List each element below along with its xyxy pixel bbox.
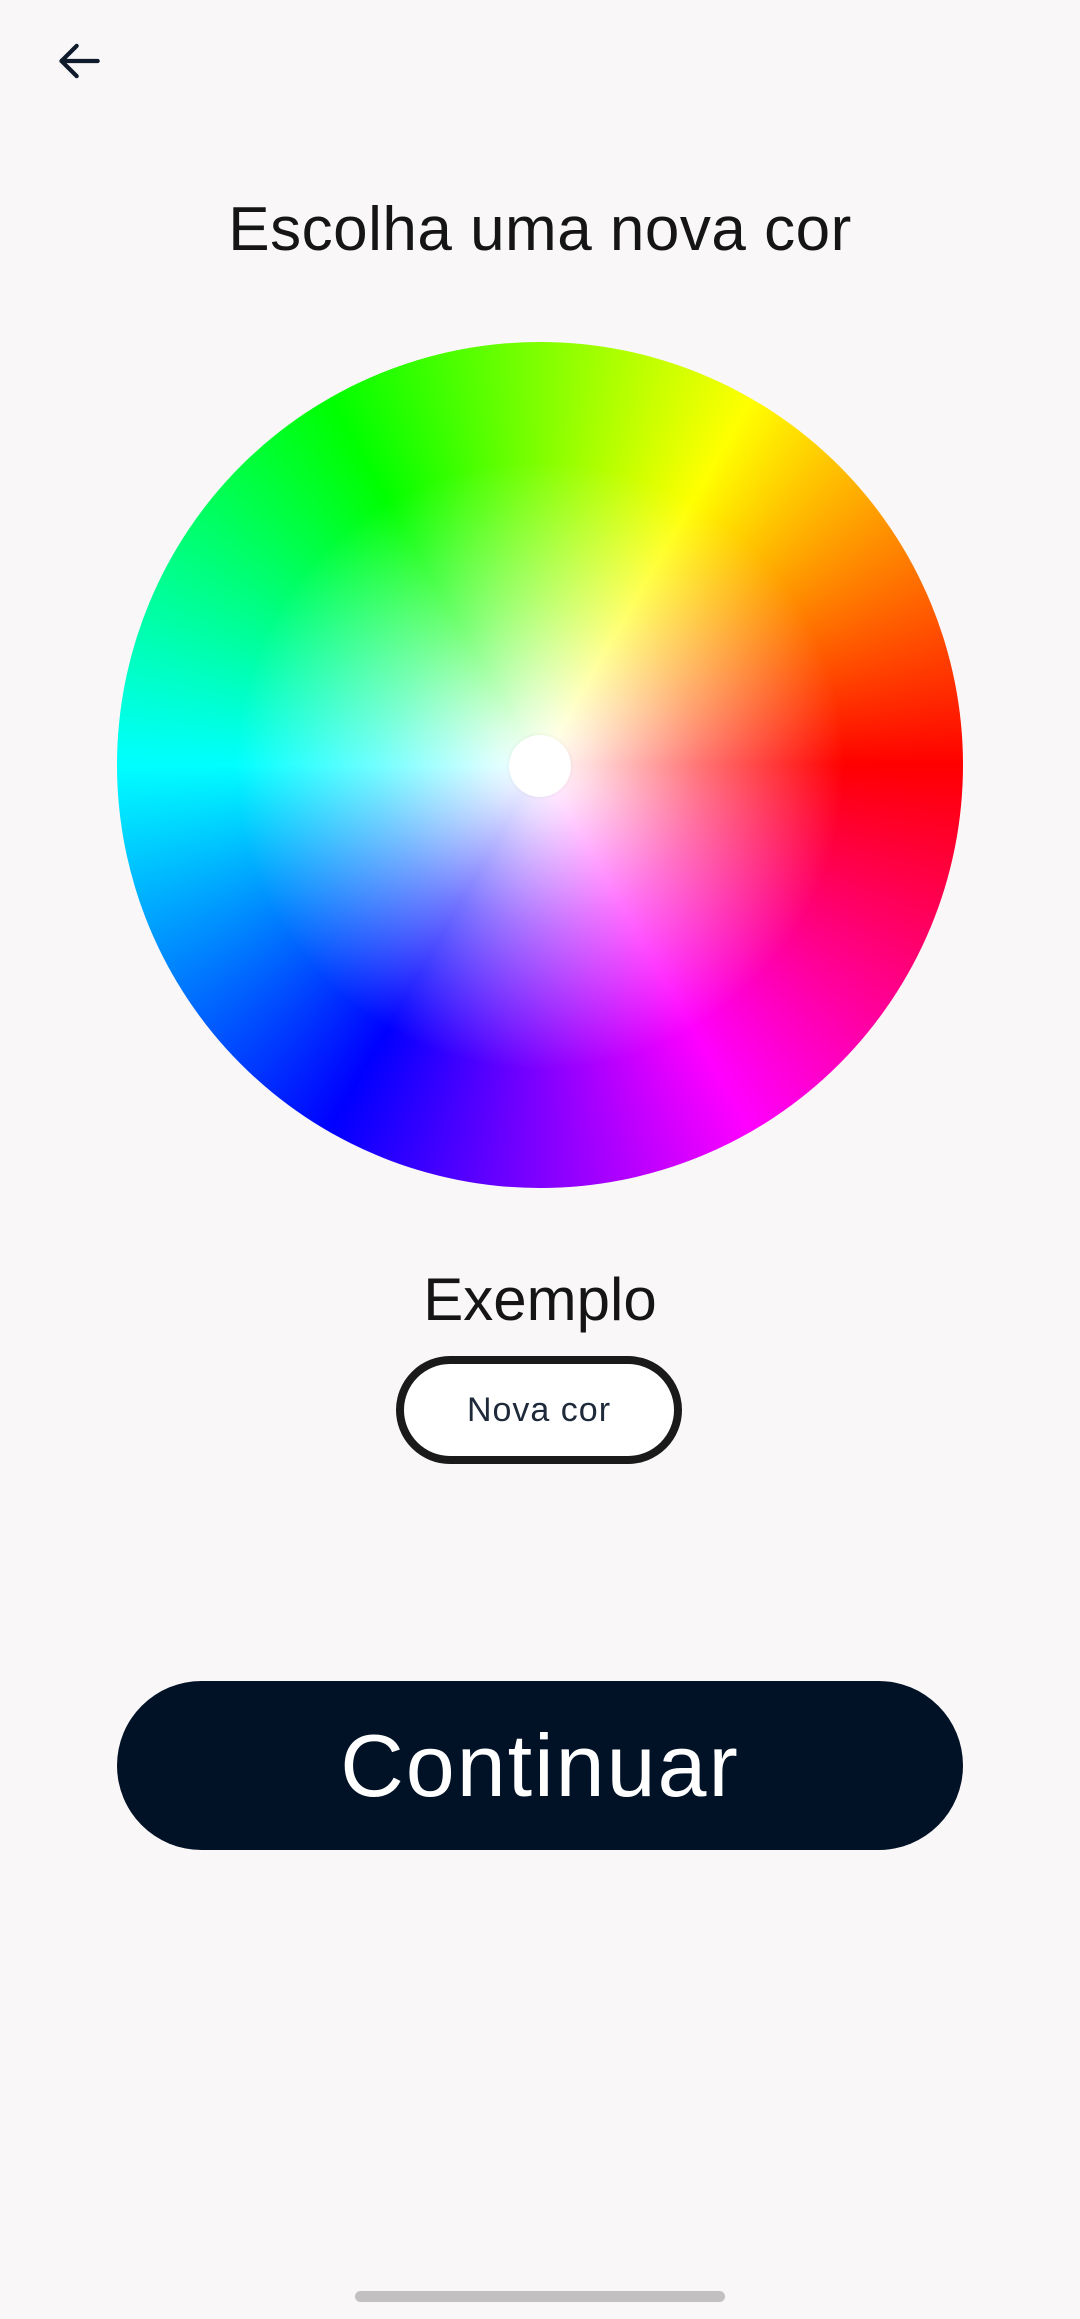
new-color-preview-button[interactable]: Nova cor [396,1356,682,1464]
arrow-left-icon [51,33,107,94]
page-title: Escolha uma nova cor [228,195,852,264]
color-wheel-selector-handle[interactable] [509,735,571,797]
home-indicator[interactable] [355,2291,725,2302]
continue-button-label: Continuar [340,1715,740,1815]
preview-button-label: Nova cor [466,1390,612,1429]
example-label: Exemplo [423,1266,657,1333]
back-button[interactable] [40,24,118,102]
continue-button[interactable]: Continuar [117,1681,963,1850]
